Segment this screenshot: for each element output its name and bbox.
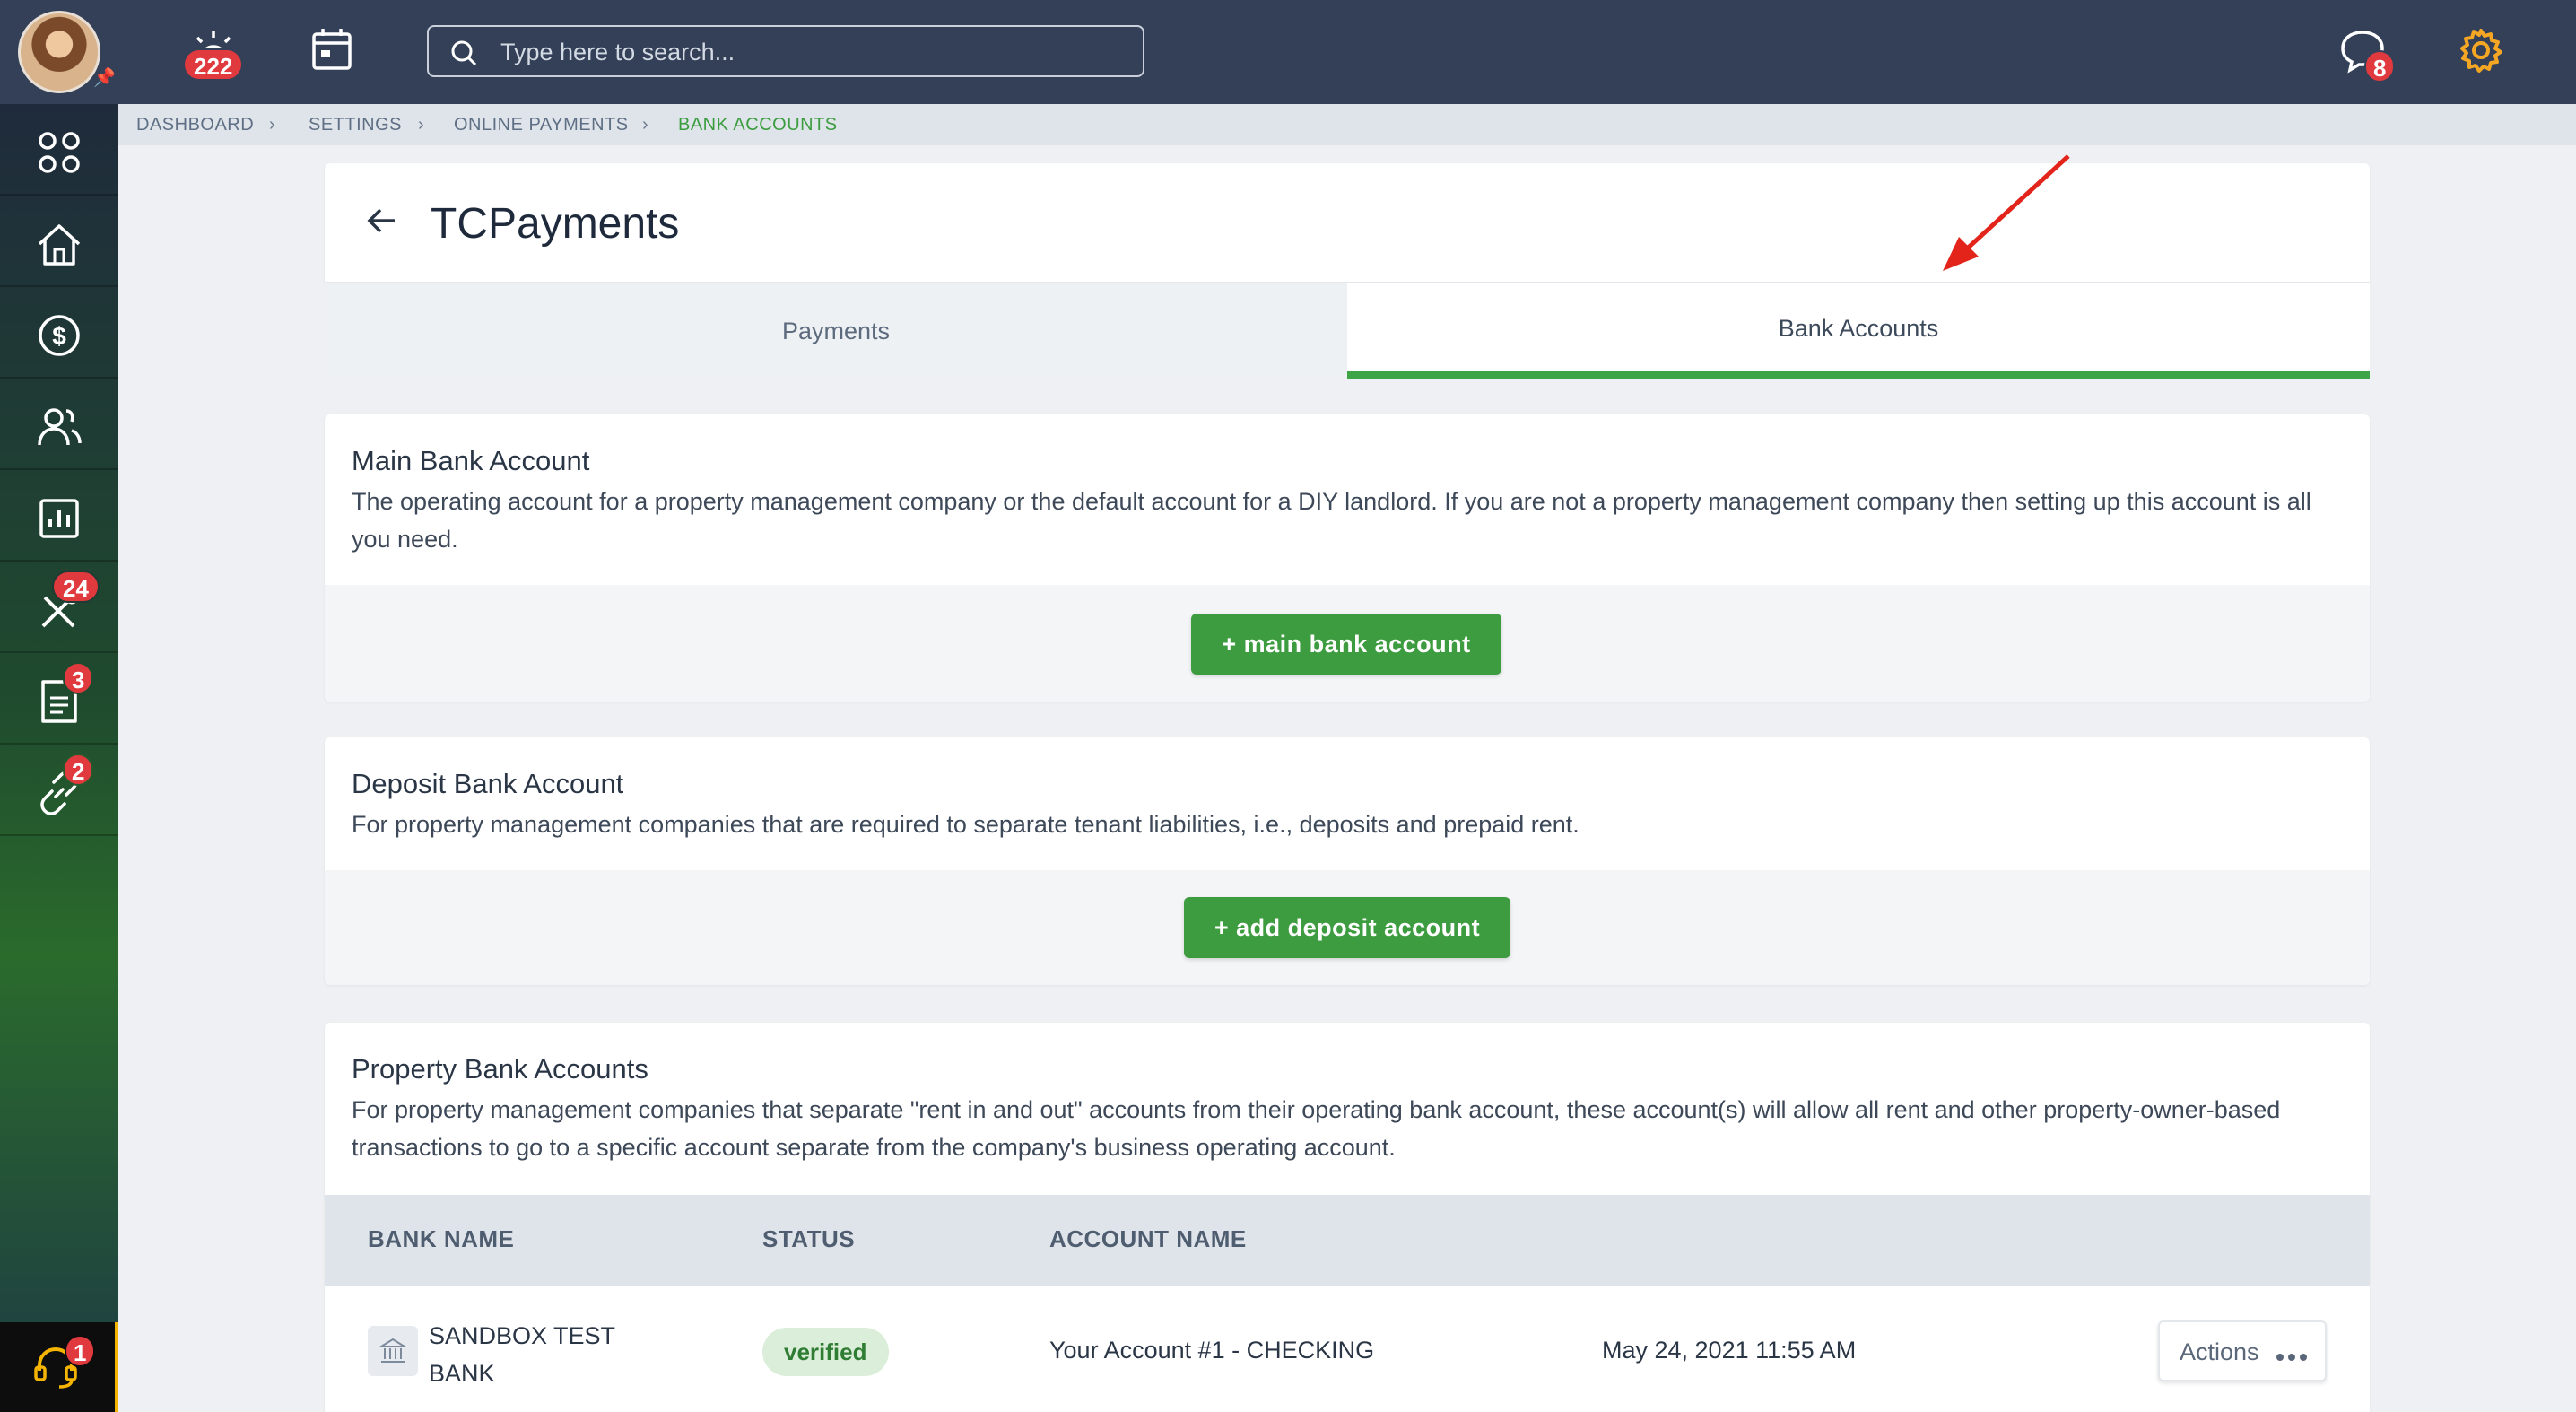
main-bank-section: Main Bank Account The operating account …: [325, 414, 2370, 702]
add-main-bank-button[interactable]: + main bank account: [1191, 614, 1501, 675]
sidebar-item-reports[interactable]: [0, 470, 118, 562]
dollar-icon: $: [39, 315, 80, 356]
support-button[interactable]: 1: [0, 1322, 115, 1412]
column-bank-name[interactable]: BANK NAME: [368, 1225, 514, 1253]
breadcrumb-bank-accounts: BANK ACCOUNTS: [678, 115, 838, 135]
column-account-name[interactable]: ACCOUNT NAME: [1049, 1225, 1247, 1253]
property-bank-title: Property Bank Accounts: [352, 1053, 648, 1085]
sidebar-item-payments[interactable]: $: [0, 287, 118, 379]
apps-grid-icon: [39, 132, 80, 173]
table-header: BANK NAME STATUS ACCOUNT NAME: [325, 1195, 2370, 1286]
main-bank-title: Main Bank Account: [352, 445, 590, 476]
user-avatar[interactable]: [18, 11, 100, 93]
bank-name-cell: SANDBOX TEST BANK: [429, 1322, 615, 1387]
actions-button[interactable]: Actions: [2158, 1320, 2327, 1381]
status-badge: verified: [762, 1328, 889, 1376]
table-row: SANDBOX TEST BANK verified Your Account …: [325, 1286, 2370, 1394]
deposit-bank-title: Deposit Bank Account: [352, 768, 624, 799]
maintenance-badge: 24: [52, 571, 100, 603]
tab-payments[interactable]: Payments: [325, 283, 1347, 379]
breadcrumb: DASHBOARD › SETTINGS › ONLINE PAYMENTS ›…: [118, 104, 2576, 145]
page-title: TCPayments: [431, 200, 680, 248]
property-bank-section: Property Bank Accounts For property mana…: [325, 1023, 2370, 1412]
top-bar: 📌 222 8: [0, 0, 2576, 104]
sidebar-item-integrations[interactable]: 2: [0, 745, 118, 836]
tab-bank-accounts[interactable]: Bank Accounts: [1347, 283, 2370, 379]
breadcrumb-dashboard[interactable]: DASHBOARD: [136, 115, 254, 135]
sidebar-item-documents[interactable]: 3: [0, 653, 118, 745]
more-dots-icon: [2276, 1349, 2311, 1365]
calendar-icon[interactable]: [307, 25, 357, 75]
deposit-bank-footer: + add deposit account: [325, 870, 2370, 985]
account-name-cell: Your Account #1 - CHECKING: [1049, 1337, 1375, 1364]
add-deposit-account-button[interactable]: + add deposit account: [1184, 897, 1510, 958]
sidebar-item-people[interactable]: [0, 379, 118, 470]
deposit-bank-description: For property management companies that a…: [352, 811, 1580, 838]
sidebar-item-maintenance[interactable]: 24: [0, 562, 118, 653]
home-icon: [38, 224, 81, 266]
property-bank-description: For property management companies that s…: [352, 1096, 2281, 1161]
alarm-icon[interactable]: 222: [183, 25, 244, 81]
chevron-right-icon: ›: [642, 115, 649, 135]
messages-badge: 8: [2364, 50, 2396, 83]
breadcrumb-online-payments[interactable]: ONLINE PAYMENTS: [454, 115, 629, 135]
actions-label: Actions: [2180, 1338, 2259, 1365]
main-bank-description: The operating account for a property man…: [352, 488, 2311, 553]
support-accent: [115, 1322, 118, 1412]
messages-icon[interactable]: 8: [2337, 25, 2396, 83]
pin-icon[interactable]: 📌: [93, 68, 116, 88]
search-box[interactable]: [427, 25, 1144, 77]
chevron-right-icon: ›: [269, 115, 276, 135]
date-cell: May 24, 2021 11:55 AM: [1602, 1337, 1857, 1364]
sidebar: $ 24 3 2: [0, 104, 118, 1412]
column-status[interactable]: STATUS: [762, 1225, 855, 1253]
sidebar-item-apps[interactable]: [0, 104, 118, 196]
deposit-bank-section: Deposit Bank Account For property manage…: [325, 737, 2370, 985]
annotation-arrow-icon: [1943, 154, 2070, 271]
people-icon: [38, 408, 82, 446]
support-badge: 1: [65, 1335, 96, 1367]
documents-badge: 3: [63, 662, 94, 694]
back-arrow-icon[interactable]: [364, 203, 400, 239]
search-icon: [451, 40, 477, 66]
notifications-badge: 222: [183, 48, 244, 81]
reports-icon: [39, 499, 79, 538]
svg-text:$: $: [52, 322, 66, 350]
bank-icon: [368, 1326, 418, 1376]
settings-gear-icon[interactable]: [2456, 25, 2506, 75]
tab-bar: Payments Bank Accounts: [325, 282, 2370, 379]
search-input[interactable]: [500, 34, 1128, 70]
chevron-right-icon: ›: [418, 115, 425, 135]
main-bank-footer: + main bank account: [325, 585, 2370, 702]
sidebar-item-home[interactable]: [0, 196, 118, 287]
breadcrumb-settings[interactable]: SETTINGS: [309, 115, 402, 135]
integrations-badge: 2: [63, 754, 94, 786]
